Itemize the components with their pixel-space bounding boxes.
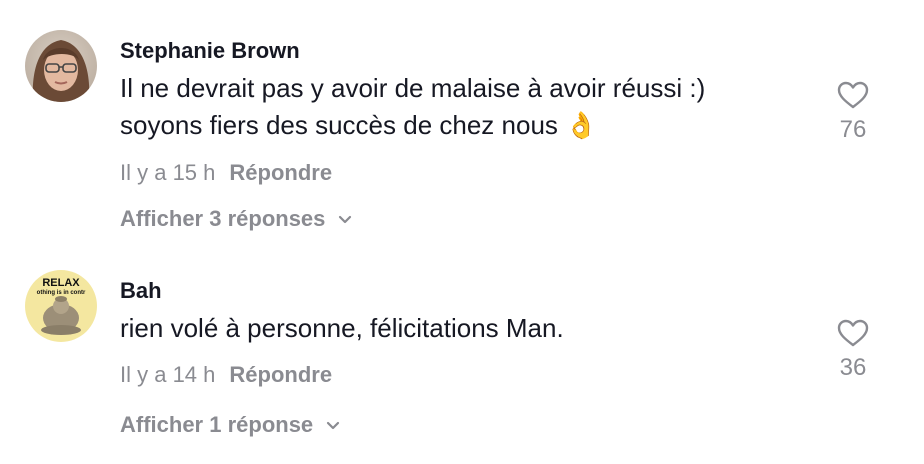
comment-text-line: rien volé à personne, félicitations Man.	[120, 313, 564, 343]
view-replies-button[interactable]: Afficher 1 réponse	[120, 412, 341, 438]
timestamp: Il y a 15 h	[120, 160, 216, 185]
heart-icon[interactable]	[836, 318, 870, 348]
comment-item: Stephanie Brown Il ne devrait pas y avoi…	[0, 0, 924, 250]
like-count: 76	[839, 116, 867, 143]
view-replies-button[interactable]: Afficher 3 réponses	[120, 206, 353, 232]
avatar[interactable]: RELAX othing is in contr	[25, 270, 97, 342]
comment-text-line: Il ne devrait pas y avoir de malaise à a…	[120, 73, 706, 103]
comment-item: RELAX othing is in contr Bah rien volé à…	[0, 250, 924, 464]
avatar-text-top: RELAX	[42, 277, 80, 289]
avatar[interactable]	[25, 30, 97, 102]
chevron-down-icon	[327, 421, 340, 430]
timestamp: Il y a 14 h	[120, 362, 216, 387]
heart-icon[interactable]	[836, 80, 870, 110]
avatar-text-sub: othing is in contr	[37, 290, 86, 296]
username[interactable]: Bah	[120, 278, 162, 304]
relax-buddha-icon: RELAX othing is in contr	[25, 270, 97, 342]
username[interactable]: Stephanie Brown	[120, 38, 300, 64]
view-replies-label: Afficher 1 réponse	[120, 412, 314, 437]
reply-button[interactable]: Répondre	[229, 160, 332, 185]
chevron-down-icon	[339, 215, 352, 224]
like-count: 36	[839, 354, 867, 381]
comment-text: rien volé à personne, félicitations Man.	[120, 310, 564, 347]
comment-meta: Il y a 15 h Répondre	[120, 160, 332, 186]
user-photo-icon	[25, 30, 97, 102]
reply-button[interactable]: Répondre	[229, 362, 332, 387]
comment-text: Il ne devrait pas y avoir de malaise à a…	[120, 70, 705, 144]
comment-meta: Il y a 14 h Répondre	[120, 362, 332, 388]
comment-text-line: soyons fiers des succès de chez nous 👌	[120, 110, 598, 140]
like-area: 36	[826, 318, 880, 382]
like-area: 76	[826, 80, 880, 144]
view-replies-label: Afficher 3 réponses	[120, 206, 326, 231]
